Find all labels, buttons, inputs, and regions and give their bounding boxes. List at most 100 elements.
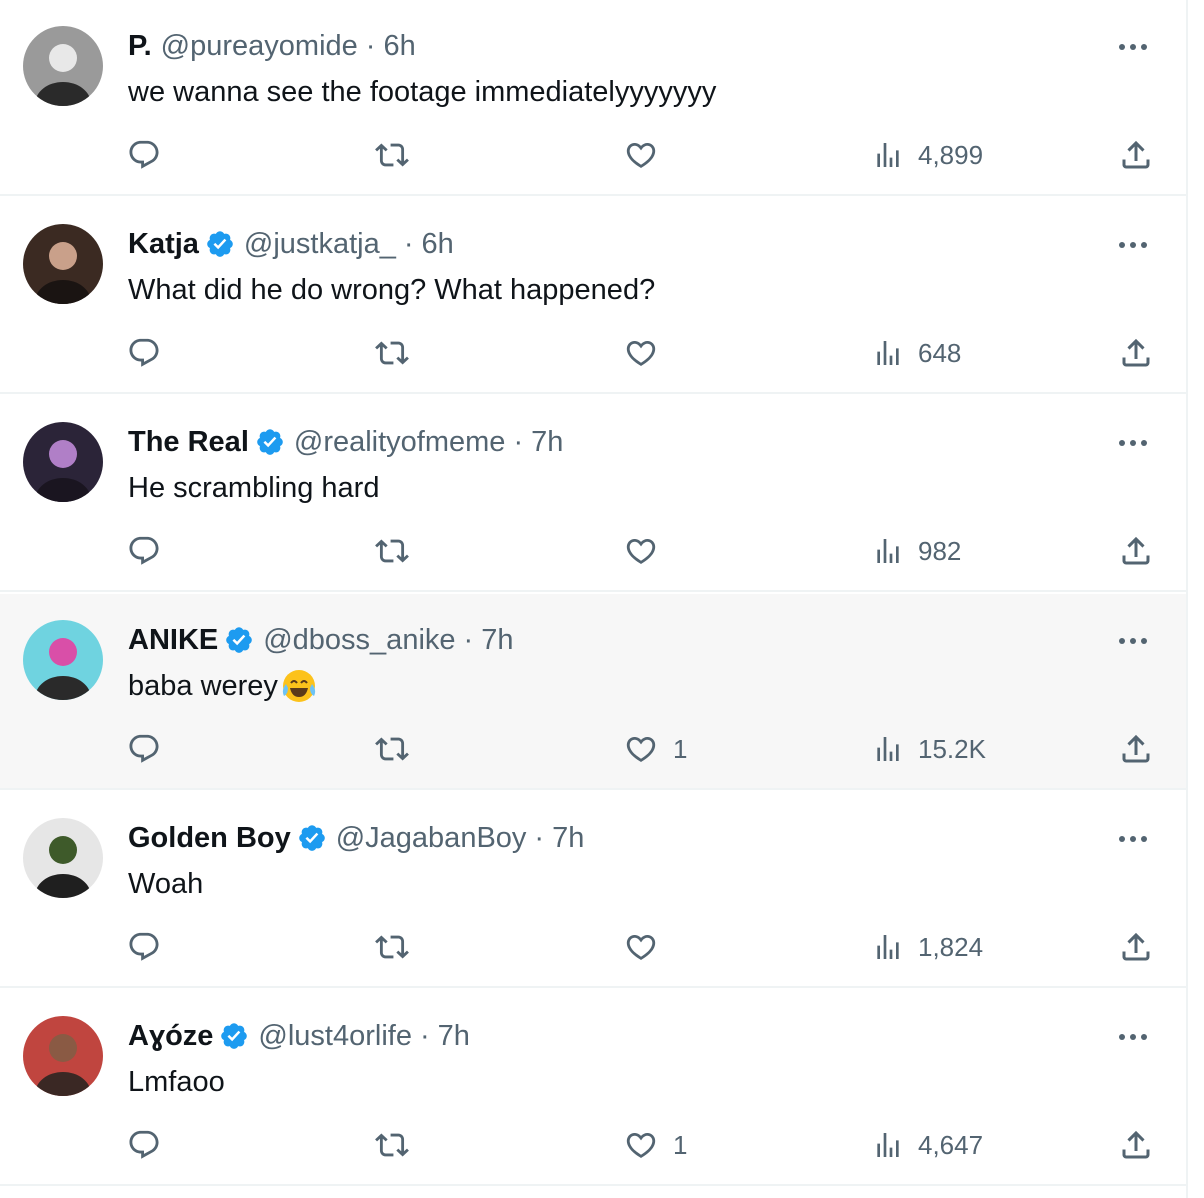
view-count: 1,824	[918, 931, 984, 962]
repost-button[interactable]	[373, 130, 411, 180]
like-button[interactable]	[623, 922, 673, 972]
more-options-icon[interactable]	[1116, 426, 1150, 460]
verified-badge-icon	[255, 427, 285, 457]
like-count: 1	[673, 733, 688, 764]
repost-icon	[373, 336, 411, 370]
timestamp[interactable]: 7h	[531, 426, 563, 459]
like-button[interactable]: 1	[623, 724, 687, 774]
reply-button[interactable]	[127, 922, 161, 972]
share-icon	[1118, 533, 1154, 569]
timestamp[interactable]: 6h	[422, 228, 454, 261]
like-button[interactable]: 1	[623, 1120, 687, 1170]
repost-button[interactable]	[373, 1120, 411, 1170]
share-icon	[1118, 335, 1154, 371]
view-count: 4,647	[918, 1129, 984, 1160]
share-button[interactable]	[1118, 130, 1154, 180]
views-button[interactable]: 4,899	[872, 130, 983, 180]
views-button[interactable]: 1,824	[872, 922, 983, 972]
views-chart-icon	[872, 336, 904, 370]
tweet[interactable]: The Real @realityofmeme · 7h He scrambli…	[0, 396, 1186, 592]
more-options-icon[interactable]	[1116, 30, 1150, 64]
repost-button[interactable]	[373, 328, 411, 378]
share-icon	[1118, 1127, 1154, 1163]
display-name[interactable]: The Real	[128, 426, 249, 459]
tweet-text: baba werey	[128, 664, 318, 708]
share-button[interactable]	[1118, 526, 1154, 576]
heart-icon	[623, 930, 659, 964]
view-count: 15.2K	[918, 733, 986, 764]
reply-icon	[127, 732, 161, 766]
display-name[interactable]: Katja	[128, 228, 199, 261]
avatar[interactable]	[23, 1016, 103, 1096]
views-chart-icon	[872, 930, 904, 964]
display-name[interactable]: P.	[128, 30, 152, 63]
user-handle[interactable]: @justkatja_	[244, 228, 396, 261]
action-bar: 1,824	[0, 922, 1186, 972]
share-button[interactable]	[1118, 724, 1154, 774]
reply-button[interactable]	[127, 724, 161, 774]
tweet-text-content: we wanna see the footage immediatelyyyyy…	[128, 76, 717, 108]
reply-button[interactable]	[127, 1120, 161, 1170]
more-options-icon[interactable]	[1116, 624, 1150, 658]
tweet-text: Lmfaoo	[128, 1060, 225, 1104]
repost-button[interactable]	[373, 526, 411, 576]
like-button[interactable]	[623, 328, 673, 378]
user-handle[interactable]: @dboss_anike	[263, 624, 455, 657]
share-button[interactable]	[1118, 328, 1154, 378]
display-name[interactable]: ANIKE	[128, 624, 218, 657]
action-bar: 4,899	[0, 130, 1186, 180]
action-bar: 1 15.2K	[0, 724, 1186, 774]
avatar[interactable]	[23, 224, 103, 304]
tweet-text-content: He scrambling hard	[128, 472, 380, 504]
views-chart-icon	[872, 1128, 904, 1162]
tweet-text: What did he do wrong? What happened?	[128, 268, 655, 312]
tweet-text: He scrambling hard	[128, 466, 379, 510]
avatar[interactable]	[23, 26, 103, 106]
tweet[interactable]: P. @pureayomide · 6h we wanna see the fo…	[0, 0, 1186, 196]
share-icon	[1118, 137, 1154, 173]
repost-icon	[373, 534, 411, 568]
reply-icon	[127, 138, 161, 172]
heart-icon	[623, 138, 659, 172]
reply-button[interactable]	[127, 130, 161, 180]
views-button[interactable]: 4,647	[872, 1120, 983, 1170]
share-button[interactable]	[1118, 922, 1154, 972]
reply-button[interactable]	[127, 328, 161, 378]
repost-button[interactable]	[373, 724, 411, 774]
timestamp[interactable]: 7h	[438, 1020, 470, 1053]
display-name[interactable]: Golden Boy	[128, 822, 291, 855]
reply-button[interactable]	[127, 526, 161, 576]
share-icon	[1118, 929, 1154, 965]
avatar[interactable]	[23, 818, 103, 898]
tweet[interactable]: ANIKE @dboss_anike · 7h baba werey 1 15.…	[0, 594, 1186, 790]
avatar[interactable]	[23, 620, 103, 700]
more-options-icon[interactable]	[1116, 228, 1150, 262]
views-button[interactable]: 15.2K	[872, 724, 986, 774]
action-bar: 648	[0, 328, 1186, 378]
timestamp[interactable]: 6h	[383, 30, 415, 63]
user-handle[interactable]: @realityofmeme	[294, 426, 506, 459]
more-options-icon[interactable]	[1116, 822, 1150, 856]
more-options-icon[interactable]	[1116, 1020, 1150, 1054]
share-icon	[1118, 731, 1154, 767]
display-name[interactable]: Aɣóze	[128, 1020, 213, 1053]
repost-icon	[373, 732, 411, 766]
views-chart-icon	[872, 534, 904, 568]
tweet-text: Woah	[128, 862, 203, 906]
share-button[interactable]	[1118, 1120, 1154, 1170]
avatar[interactable]	[23, 422, 103, 502]
repost-button[interactable]	[373, 922, 411, 972]
user-handle[interactable]: @lust4orlife	[258, 1020, 412, 1053]
reply-feed: P. @pureayomide · 6h we wanna see the fo…	[0, 0, 1188, 1198]
user-handle[interactable]: @JagabanBoy	[336, 822, 527, 855]
tweet[interactable]: Aɣóze @lust4orlife · 7h Lmfaoo 1 4,647	[0, 990, 1186, 1186]
views-button[interactable]: 982	[872, 526, 961, 576]
like-button[interactable]	[623, 526, 673, 576]
like-button[interactable]	[623, 130, 673, 180]
tweet[interactable]: Katja @justkatja_ · 6h What did he do wr…	[0, 198, 1186, 394]
views-button[interactable]: 648	[872, 328, 961, 378]
timestamp[interactable]: 7h	[481, 624, 513, 657]
tweet[interactable]: Golden Boy @JagabanBoy · 7h Woah 1,824	[0, 792, 1186, 988]
user-handle[interactable]: @pureayomide	[161, 30, 358, 63]
timestamp[interactable]: 7h	[552, 822, 584, 855]
